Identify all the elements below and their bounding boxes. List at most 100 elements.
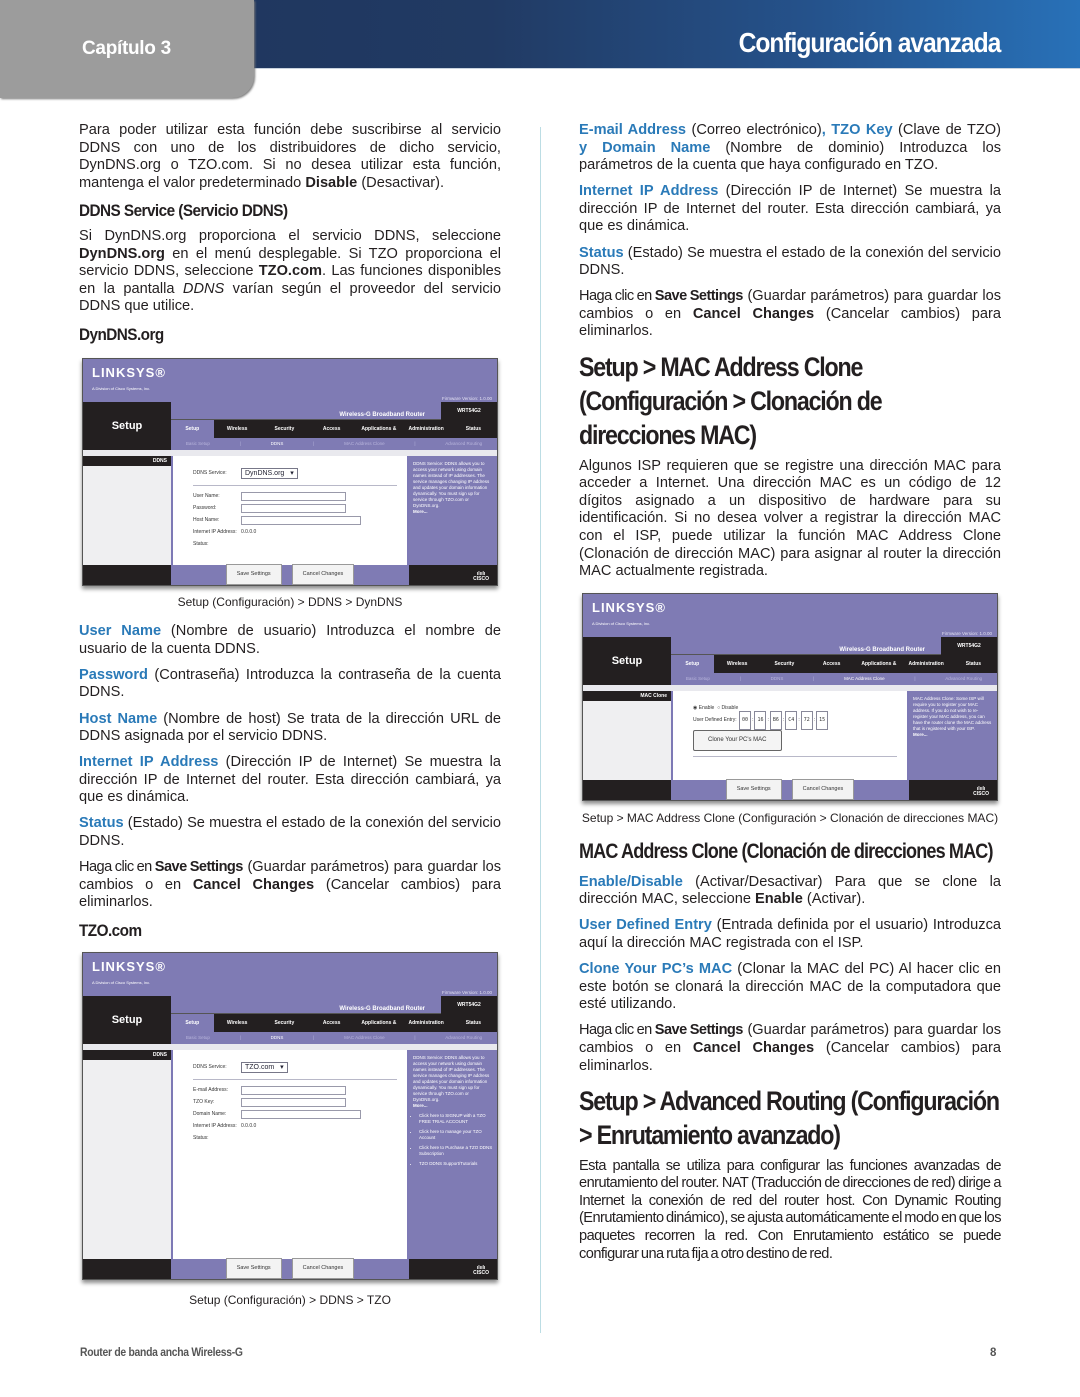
model-number: WRT54G2 bbox=[441, 401, 497, 420]
figure-caption: Setup > MAC Address Clone (Configuración… bbox=[581, 810, 999, 825]
tzo-fields-desc: E-mail Address (Correo electrónico), TZO… bbox=[579, 122, 1001, 174]
router-subtabs: Basic Setup | DDNS | MAC Address Clone | Advan… bbox=[171, 1031, 497, 1044]
clone-mac-desc: Clone Your PC’s MAC (Clonar la MAC del P… bbox=[579, 961, 1001, 1013]
domain-name-field bbox=[241, 1110, 361, 1120]
right-column: E-mail Address (Correo electrónico), TZO… bbox=[579, 122, 1002, 1272]
help-panel: MAC Address Clone: Some ISP will require… bbox=[909, 690, 997, 780]
section-label: Setup bbox=[611, 654, 643, 667]
tab-administration: Administration bbox=[408, 1019, 444, 1026]
cancel-changes-button: Cancel Changes bbox=[291, 1257, 355, 1279]
chapter-label: Capítulo 3 bbox=[82, 38, 171, 59]
user-name-desc: User Name (Nombre de usuario) Introduzca… bbox=[79, 623, 501, 657]
tab-wireless: Wireless bbox=[226, 425, 248, 432]
tab-setup: Setup bbox=[171, 419, 214, 438]
mac-clone-form: ◉ Enable ○ Disable User Defined Entry: 0… bbox=[673, 690, 907, 780]
tab-access: Access Restrictions bbox=[317, 425, 346, 450]
clone-mac-button: Clone Your PC's MAC bbox=[693, 729, 782, 752]
advanced-routing-paragraph: Esta pantalla se utiliza para configurar… bbox=[579, 1157, 1002, 1262]
tzo-key-field bbox=[241, 1098, 346, 1108]
linksys-logo: LINKSYS® bbox=[92, 958, 166, 974]
user-defined-entry-desc: User Defined Entry (Entrada definida por… bbox=[579, 917, 1001, 951]
internet-ip-desc: Internet IP Address (Dirección IP de Int… bbox=[79, 754, 501, 806]
status-desc: Status (Estado) Se muestra el estado de … bbox=[579, 244, 1001, 279]
left-column: Para poder utilizar esta función debe su… bbox=[79, 122, 501, 1321]
chapter-tab: Capítulo 3 bbox=[0, 0, 254, 98]
save-settings-button: Save Settings bbox=[725, 778, 782, 800]
tab-access: Access Restrictions bbox=[317, 1019, 346, 1044]
footer-product-name: Router de banda ancha Wireless-G bbox=[80, 1347, 243, 1359]
help-panel: DDNS Service: DDNS allows you to access … bbox=[409, 455, 497, 565]
save-settings-button: Save Settings bbox=[225, 563, 282, 585]
mac-clone-screenshot: LINKSYS® A Division of Cisco Systems, In… bbox=[582, 592, 998, 801]
figure-caption: Setup (Configuración) > DDNS > TZO bbox=[189, 1292, 391, 1307]
ddns-service-select: DynDNS.org ▾ bbox=[241, 468, 298, 480]
cancel-changes-button: Cancel Changes bbox=[291, 563, 355, 585]
mac-clone-subheading: MAC Address Clone (Clonación de direccio… bbox=[579, 839, 993, 863]
figure-caption: Setup (Configuración) > DDNS > DynDNS bbox=[177, 594, 403, 609]
sidebar-label: DDNS bbox=[83, 1049, 171, 1060]
chapter-title: Configuración avanzada bbox=[738, 27, 1001, 58]
section-label: Setup bbox=[111, 1013, 143, 1026]
column-divider bbox=[540, 127, 541, 1333]
linksys-logo: LINKSYS® bbox=[592, 599, 666, 615]
ddns-service-paragraph: Si DynDNS.org proporciona el servicio DD… bbox=[79, 227, 501, 315]
page-number: 8 bbox=[990, 1347, 997, 1359]
ddns-service-heading: DDNS Service (Servicio DDNS) bbox=[79, 201, 288, 221]
tab-access: Access Restrictions bbox=[817, 660, 846, 685]
section-label: Setup bbox=[111, 419, 143, 432]
header-rule bbox=[250, 68, 1080, 69]
tab-security: Security bbox=[274, 1019, 295, 1026]
router-tabs: Setup Wireless Security Access Restricti… bbox=[171, 419, 497, 450]
tab-security: Security bbox=[774, 660, 795, 667]
tab-applications: Applications & Gaming bbox=[361, 1019, 397, 1044]
tab-administration: Administration bbox=[908, 660, 944, 667]
tab-status: Status bbox=[465, 1019, 482, 1026]
intro-paragraph: Para poder utilizar esta función debe su… bbox=[79, 122, 501, 191]
password-desc: Password (Contraseña) Introduzca la cont… bbox=[79, 666, 501, 701]
enable-disable-desc: Enable/Disable (Activar/Desactivar) Para… bbox=[579, 873, 1001, 908]
tzo-screenshot: LINKSYS® A Division of Cisco Systems, In… bbox=[82, 951, 498, 1280]
dyndns-heading: DynDNS.org bbox=[79, 324, 164, 344]
tab-wireless: Wireless bbox=[226, 1019, 248, 1026]
tab-administration: Administration bbox=[408, 425, 444, 432]
save-cancel-desc: Haga clic en Save Settings (Guardar pará… bbox=[579, 1022, 1001, 1074]
tab-applications: Applications & Gaming bbox=[861, 660, 897, 685]
status-desc: Status (Estado) Se muestra el estado de … bbox=[79, 815, 501, 850]
advanced-routing-heading: Setup > Advanced Routing (Configuración … bbox=[579, 1085, 1000, 1150]
ddns-form: DDNS Service: DynDNS.org ▾ User Name: Pas… bbox=[173, 455, 407, 565]
cisco-logo: ılıılı CISCO bbox=[473, 570, 489, 582]
cancel-changes-button: Cancel Changes bbox=[791, 778, 855, 800]
tzo-heading: TZO.com bbox=[79, 920, 142, 940]
save-cancel-desc: Haga clic en Save Settings (Guardar pará… bbox=[579, 288, 1001, 340]
mac-clone-section-heading: Setup > MAC Address Clone (Configuración… bbox=[579, 351, 883, 450]
router-subtabs: Basic Setup | DDNS | MAC Address Clone | Advan… bbox=[671, 672, 997, 685]
tab-setup: Setup bbox=[171, 1013, 214, 1032]
tab-setup: Setup bbox=[671, 654, 714, 673]
save-cancel-desc: Haga clic en Save Settings (Guardar pará… bbox=[79, 859, 501, 911]
hostname-field bbox=[241, 516, 361, 526]
model-number: WRT54G2 bbox=[941, 636, 997, 655]
save-settings-button: Save Settings bbox=[225, 1257, 282, 1279]
tab-wireless: Wireless bbox=[726, 660, 748, 667]
router-subtabs: Basic Setup | DDNS | MAC Address Clone | Advan… bbox=[171, 437, 497, 450]
sidebar-label: MAC Clone bbox=[583, 690, 671, 701]
sidebar-label: DDNS bbox=[83, 455, 171, 466]
help-panel: DDNS Service: DDNS allows you to access … bbox=[409, 1049, 497, 1259]
cisco-logo: ılıılı CISCO bbox=[473, 1264, 489, 1276]
username-field bbox=[241, 492, 346, 502]
internet-ip-desc: Internet IP Address (Dirección IP de Int… bbox=[579, 183, 1001, 235]
model-number: WRT54G2 bbox=[441, 995, 497, 1014]
router-tabs: Setup Wireless Security Access Restricti… bbox=[171, 1013, 497, 1044]
tab-status: Status bbox=[465, 425, 482, 432]
tab-applications: Applications & Gaming bbox=[361, 425, 397, 450]
cisco-logo: ılıılı CISCO bbox=[973, 785, 989, 797]
ddns-service-select: TZO.com ▾ bbox=[241, 1062, 288, 1074]
tab-status: Status bbox=[965, 660, 982, 667]
email-field bbox=[241, 1086, 346, 1096]
mac-clone-intro: Algunos ISP requieren que se registre un… bbox=[579, 457, 1001, 580]
password-field bbox=[241, 504, 346, 514]
tzo-form: DDNS Service: TZO.com ▾ E-mail Address: T… bbox=[173, 1049, 407, 1259]
tab-security: Security bbox=[274, 425, 295, 432]
dyndns-screenshot: LINKSYS® A Division of Cisco Systems, In… bbox=[82, 357, 498, 586]
linksys-logo: LINKSYS® bbox=[92, 364, 166, 380]
